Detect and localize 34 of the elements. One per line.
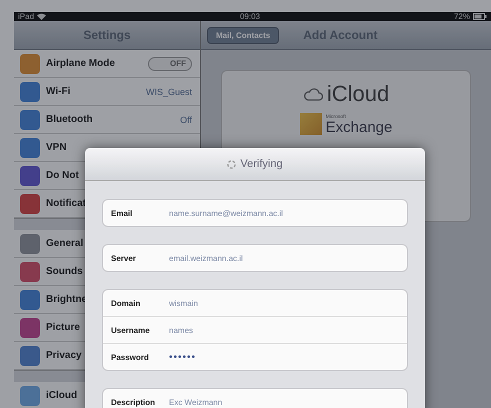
sidebar-item[interactable]: Airplane Mode xyxy=(46,58,142,69)
field-label: Username xyxy=(111,326,151,334)
wifi-icon xyxy=(37,13,46,20)
cloud-icon xyxy=(302,87,323,101)
field-value: names xyxy=(169,326,194,334)
sidebar-item[interactable]: Bluetooth xyxy=(46,114,174,125)
exchange-logo-icon xyxy=(300,113,322,135)
provider-option[interactable]: Exchange xyxy=(326,120,392,134)
device-name: iPad xyxy=(18,12,34,21)
setting-value: WIS_Guest xyxy=(146,86,192,96)
form-row[interactable]: Password •••••• xyxy=(103,344,407,370)
form-row[interactable]: Domain wismain xyxy=(103,290,407,317)
field-value: wismain xyxy=(169,298,198,308)
form-row[interactable]: Email name.surname@weizmann.ac.il xyxy=(103,200,407,226)
sidebar-item[interactable]: Wi-Fi xyxy=(46,86,140,97)
clock: 09:03 xyxy=(240,12,260,21)
battery-percentage: 72% xyxy=(454,12,470,21)
form-row[interactable]: Server email.weizmann.ac.il xyxy=(103,245,407,271)
field-value: •••••• xyxy=(169,352,196,362)
field-value: name.surname@weizmann.ac.il xyxy=(169,208,283,218)
provider-option[interactable]: iCloud xyxy=(326,81,390,107)
setting-value: Off xyxy=(180,114,192,124)
field-label: Password xyxy=(111,352,150,362)
form-row[interactable]: Username names xyxy=(103,317,407,344)
field-label: Email xyxy=(111,208,134,218)
field-value: Exc Weizmann xyxy=(169,398,222,406)
field-label: Description xyxy=(111,398,156,406)
dialog-title: Verifying xyxy=(240,158,283,170)
spinner-icon xyxy=(227,160,236,168)
field-value: email.weizmann.ac.il xyxy=(169,254,243,262)
battery-icon xyxy=(473,13,487,20)
form-row[interactable]: Description Exc Weizmann xyxy=(103,389,407,408)
field-label: Server xyxy=(111,254,137,262)
field-label: Domain xyxy=(111,298,142,308)
